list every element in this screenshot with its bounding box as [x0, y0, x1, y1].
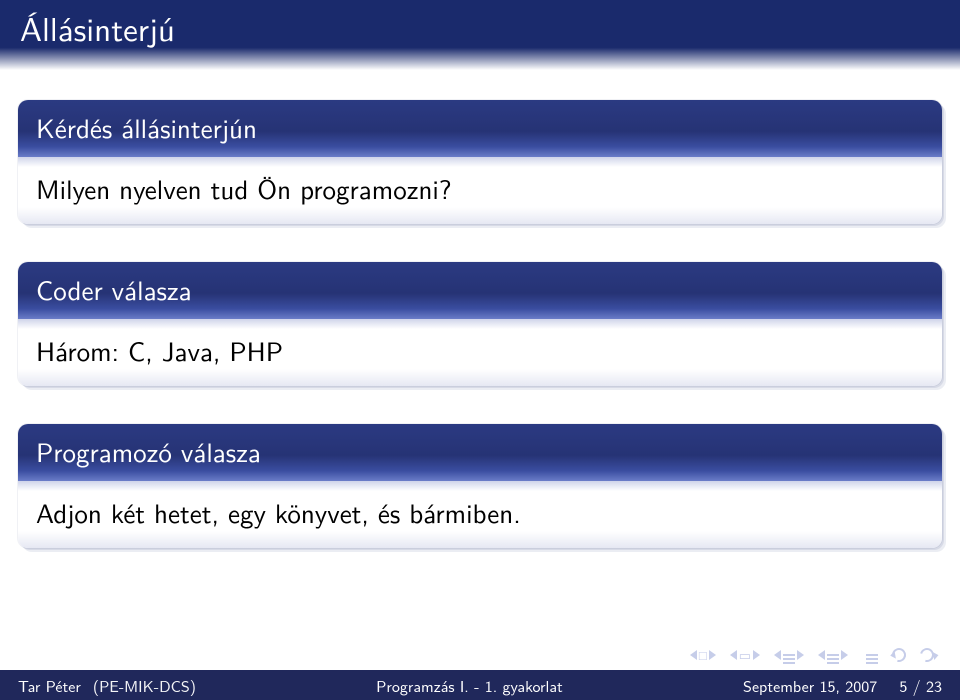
footer-date: September 15, 2007 — [743, 674, 877, 697]
triangle-right-icon — [753, 650, 760, 660]
footer-right: September 15, 2007 5 / 23 — [743, 674, 942, 697]
footer-affiliation: (PE-MIK-DCS) — [93, 674, 196, 697]
nav-prev-button[interactable]: ▭ — [730, 649, 760, 662]
block-programmer-body: Adjon két hetet, egy könyvet, és bármibe… — [18, 481, 942, 548]
block-programmer-header: Programozó válasza — [18, 424, 942, 481]
block-coder-header: Coder válasza — [18, 262, 942, 319]
slide-title: Állásinterjú — [0, 0, 960, 70]
block-question-body: Milyen nyelven tud Ön programozni? — [18, 157, 942, 224]
footer-author: Tar Péter — [18, 674, 81, 697]
footer-page-sep: / — [907, 674, 926, 697]
redo-icon[interactable] — [917, 645, 936, 664]
triangle-left-icon — [818, 650, 825, 660]
block-question: Kérdés állásinterjún Milyen nyelven tud … — [18, 100, 942, 224]
nav-controls: □ ▭ — [690, 648, 934, 662]
slide: Állásinterjú Kérdés állásinterjún Milyen… — [0, 0, 960, 700]
triangle-right-icon — [797, 650, 804, 660]
block-coder-body: Három: C, Java, PHP — [18, 319, 942, 386]
block-question-header: Kérdés állásinterjún — [18, 100, 942, 157]
footer: Tar Péter (PE-MIK-DCS) Programzás I. - 1… — [0, 670, 960, 700]
nav-first-button[interactable]: □ — [690, 649, 716, 662]
footer-left: Tar Péter (PE-MIK-DCS) — [18, 674, 196, 697]
bars-icon — [783, 654, 795, 656]
triangle-left-icon — [690, 650, 697, 660]
slide-content: Kérdés állásinterjún Milyen nyelven tud … — [18, 100, 942, 586]
nav-section-next-button[interactable] — [818, 650, 848, 660]
bars-icon — [827, 654, 839, 656]
menu-icon[interactable] — [866, 654, 878, 656]
triangle-right-icon — [841, 650, 848, 660]
triangle-left-icon — [730, 650, 737, 660]
footer-page: 5 / 23 — [899, 674, 942, 697]
footer-talk: Programzás I. - 1. gyakorlat — [196, 674, 743, 697]
block-programmer: Programozó válasza Adjon két hetet, egy … — [18, 424, 942, 548]
triangle-right-icon — [709, 650, 716, 660]
square-icon: □ — [699, 649, 707, 662]
undo-icon[interactable] — [889, 645, 908, 664]
document-icon: ▭ — [739, 649, 751, 662]
triangle-left-icon — [774, 650, 781, 660]
block-coder: Coder válasza Három: C, Java, PHP — [18, 262, 942, 386]
footer-page-total: 23 — [926, 674, 942, 697]
nav-section-prev-button[interactable] — [774, 650, 804, 660]
